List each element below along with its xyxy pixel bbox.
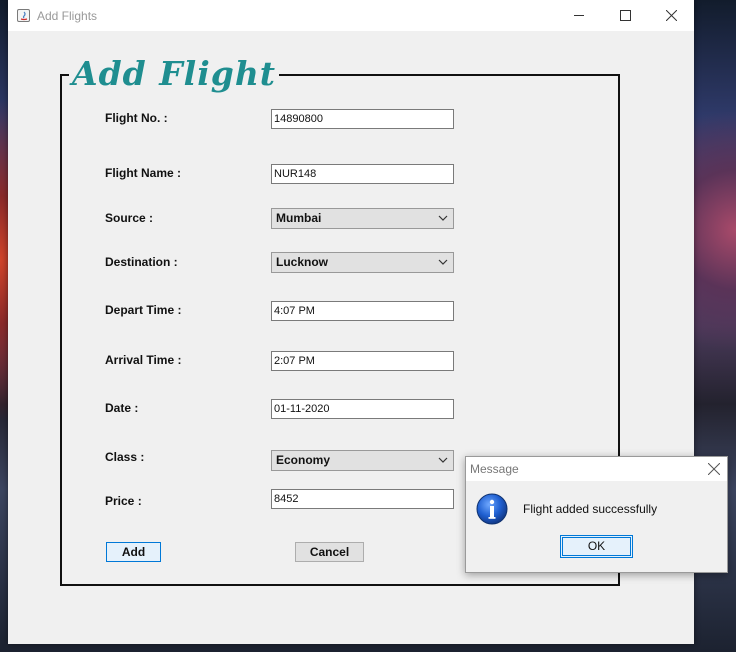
arrival-time-label: Arrival Time : <box>105 353 182 367</box>
flight-no-field[interactable]: 14890800 <box>271 109 454 129</box>
price-label: Price : <box>105 494 142 508</box>
dialog-title-bar[interactable]: Message <box>466 457 727 481</box>
date-label: Date : <box>105 401 139 415</box>
message-dialog: Message Flight added successfully OK <box>465 456 728 573</box>
close-button[interactable] <box>648 0 694 31</box>
depart-time-field[interactable]: 4:07 PM <box>271 301 454 321</box>
flight-name-label: Flight Name : <box>105 166 182 180</box>
chevron-down-icon <box>438 259 448 265</box>
close-icon <box>708 463 720 475</box>
chevron-down-icon <box>438 215 448 221</box>
source-label: Source : <box>105 211 154 225</box>
java-app-icon <box>17 9 30 22</box>
class-label: Class : <box>105 450 145 464</box>
source-selected: Mumbai <box>276 211 322 225</box>
info-icon <box>476 493 508 525</box>
maximize-icon <box>620 10 631 21</box>
cancel-button[interactable]: Cancel <box>295 542 364 562</box>
destination-selected: Lucknow <box>276 255 329 269</box>
close-icon <box>666 10 677 21</box>
dialog-message: Flight added successfully <box>523 502 658 516</box>
flight-no-label: Flight No. : <box>105 111 168 125</box>
title-bar[interactable]: Add Flights <box>8 0 694 31</box>
flight-name-field[interactable]: NUR148 <box>271 164 454 184</box>
destination-dropdown[interactable]: Lucknow <box>271 252 454 273</box>
dialog-close-button[interactable] <box>702 457 726 481</box>
window-title: Add Flights <box>37 9 98 23</box>
source-dropdown[interactable]: Mumbai <box>271 208 454 229</box>
class-selected: Economy <box>276 453 331 467</box>
minimize-icon <box>574 15 584 16</box>
add-button[interactable]: Add <box>106 542 161 562</box>
ok-button[interactable]: OK <box>560 535 633 558</box>
arrival-time-field[interactable]: 2:07 PM <box>271 351 454 371</box>
dialog-title: Message <box>470 462 519 476</box>
maximize-button[interactable] <box>602 0 648 31</box>
form-heading: Add Flight <box>69 52 280 96</box>
date-field[interactable]: 01-11-2020 <box>271 399 454 419</box>
destination-label: Destination : <box>105 255 178 269</box>
class-dropdown[interactable]: Economy <box>271 450 454 471</box>
price-field[interactable]: 8452 <box>271 489 454 509</box>
depart-time-label: Depart Time : <box>105 303 182 317</box>
minimize-button[interactable] <box>556 0 602 31</box>
chevron-down-icon <box>438 457 448 463</box>
